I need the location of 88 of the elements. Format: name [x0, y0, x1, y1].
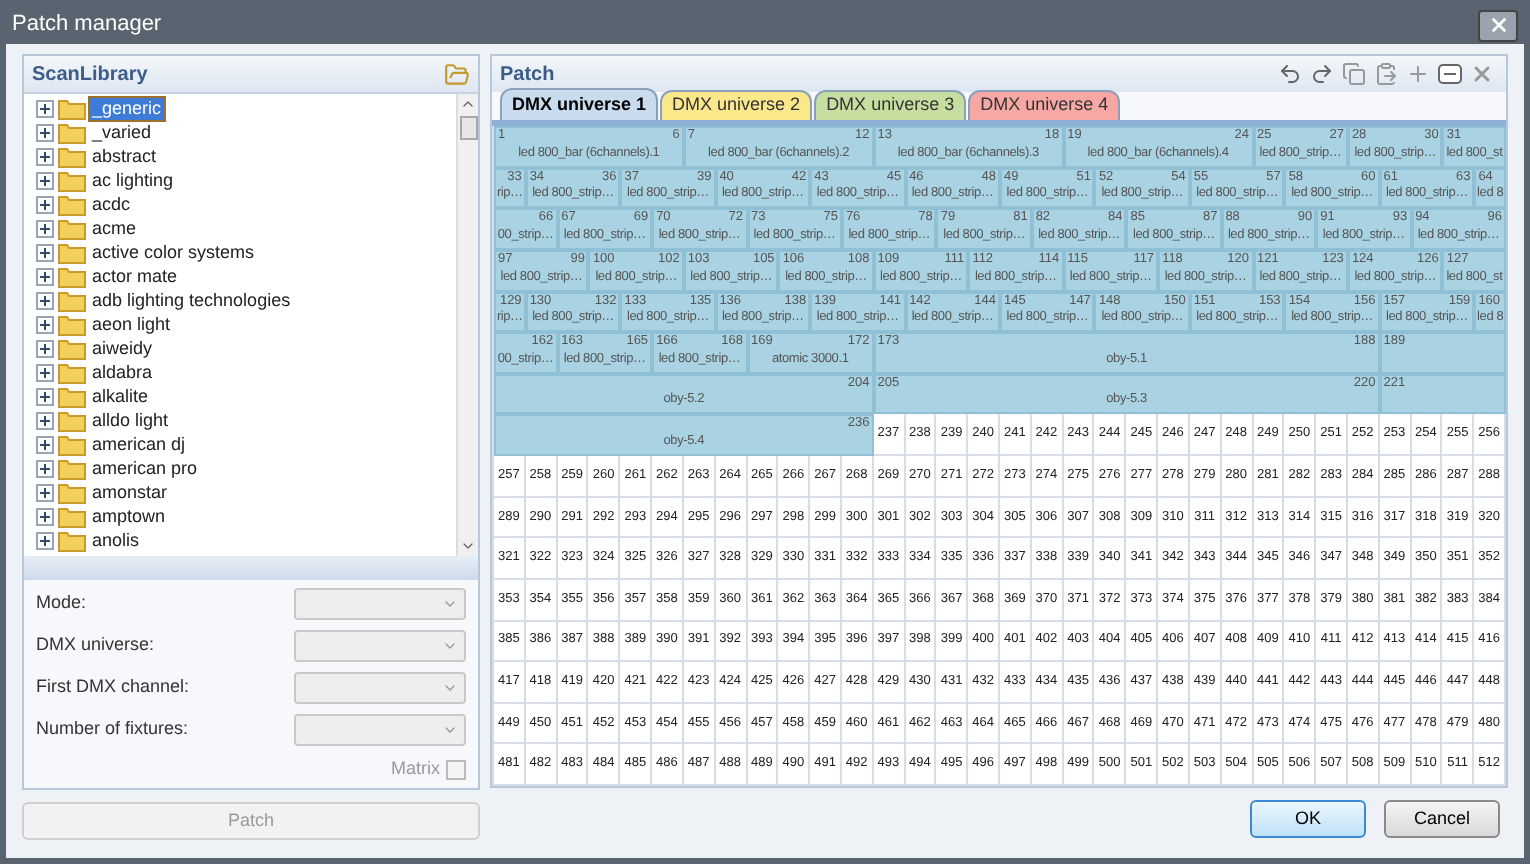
paste-icon[interactable] [1374, 62, 1398, 86]
expand-icon[interactable] [36, 315, 54, 333]
tree-item[interactable]: american pro [90, 457, 200, 479]
tree-item[interactable]: aiweidy [90, 337, 155, 359]
folder-icon [58, 241, 86, 263]
window-title: Patch manager [12, 10, 162, 41]
close-button[interactable] [1478, 9, 1518, 41]
expand-icon[interactable] [36, 219, 54, 237]
tree-item[interactable]: _generic [90, 97, 164, 119]
folder-icon [58, 481, 86, 503]
universe-tab[interactable]: DMX universe 2 [660, 90, 813, 120]
tree-item[interactable]: acme [90, 217, 139, 239]
panel-title: Patch [500, 61, 555, 89]
delete-icon[interactable] [1470, 62, 1494, 86]
universe-tab[interactable]: DMX universe 1 [500, 88, 659, 120]
close-icon [1487, 14, 1509, 36]
expand-icon[interactable] [36, 99, 54, 117]
dialog-button[interactable]: OK [1250, 800, 1366, 838]
dropdown-caret-icon [442, 722, 458, 738]
folder-icon [58, 265, 86, 287]
folder-icon [58, 409, 86, 431]
copy-icon[interactable] [1342, 62, 1366, 86]
folder-icon [58, 145, 86, 167]
tree-item[interactable]: aeon light [90, 313, 173, 335]
undo-icon[interactable] [1278, 62, 1302, 86]
folder-icon [58, 121, 86, 143]
expand-icon[interactable] [36, 339, 54, 357]
folder-icon [58, 433, 86, 455]
expand-icon[interactable] [36, 507, 54, 525]
universe-tab[interactable]: DMX universe 4 [968, 90, 1121, 120]
expand-icon[interactable] [36, 531, 54, 549]
tree-item[interactable]: amonstar [90, 481, 170, 503]
tree-item[interactable]: anolis [90, 529, 142, 551]
tree-item[interactable]: adb lighting technologies [90, 289, 293, 311]
expand-icon[interactable] [36, 483, 54, 501]
tree-item[interactable]: aldabra [90, 361, 155, 383]
folder-icon [58, 313, 86, 335]
folder-icon [58, 385, 86, 407]
tree-item[interactable]: actor mate [90, 265, 180, 287]
folder-icon [58, 97, 86, 119]
expand-icon[interactable] [36, 387, 54, 405]
expand-icon[interactable] [36, 123, 54, 141]
expand-icon[interactable] [36, 363, 54, 381]
expand-icon[interactable] [36, 243, 54, 261]
tree-item[interactable]: acdc [90, 193, 133, 215]
expand-icon[interactable] [36, 147, 54, 165]
folder-icon [58, 337, 86, 359]
checkbox-label: Matrix [391, 756, 440, 782]
dialog-button[interactable]: Cancel [1384, 800, 1500, 838]
tree-item[interactable]: ac lighting [90, 169, 176, 191]
field-label: Mode: [36, 590, 87, 617]
folder-icon [58, 217, 86, 239]
redo-icon[interactable] [1310, 62, 1334, 86]
scroll-down-icon [460, 538, 476, 554]
folder-icon [58, 289, 86, 311]
expand-icon[interactable] [36, 291, 54, 309]
panel-title: ScanLibrary [32, 61, 148, 89]
folder-icon [58, 169, 86, 191]
tree-item[interactable]: amptown [90, 505, 168, 527]
text-box-icon[interactable] [1438, 62, 1462, 86]
folder-icon [58, 361, 86, 383]
dropdown-caret-icon [442, 638, 458, 654]
dropdown-caret-icon [442, 680, 458, 696]
folder-icon [58, 505, 86, 527]
tree-item[interactable]: _varied [90, 121, 154, 143]
field-label: DMX universe: [36, 632, 155, 659]
field-label: Number of fixtures: [36, 716, 189, 743]
expand-icon[interactable] [36, 267, 54, 285]
folder-icon [58, 529, 86, 551]
expand-icon[interactable] [36, 411, 54, 429]
tree-item[interactable]: abstract [90, 145, 159, 167]
dropdown-caret-icon [442, 596, 458, 612]
tree-item[interactable]: american dj [90, 433, 188, 455]
scrollbar[interactable] [456, 94, 478, 556]
scroll-thumb[interactable] [459, 116, 477, 140]
universe-tab[interactable]: DMX universe 3 [814, 90, 967, 120]
scroll-up-icon [460, 96, 476, 112]
folder-icon [58, 193, 86, 215]
expand-icon[interactable] [36, 171, 54, 189]
tree-item[interactable]: alkalite [90, 385, 151, 407]
expand-icon[interactable] [36, 435, 54, 453]
tree-item[interactable]: alldo light [90, 409, 171, 431]
folder-icon [58, 457, 86, 479]
expand-icon[interactable] [36, 459, 54, 477]
expand-icon[interactable] [36, 195, 54, 213]
field-label: First DMX channel: [36, 674, 190, 701]
add-icon[interactable] [1406, 62, 1430, 86]
tree-item[interactable]: active color systems [90, 241, 257, 263]
